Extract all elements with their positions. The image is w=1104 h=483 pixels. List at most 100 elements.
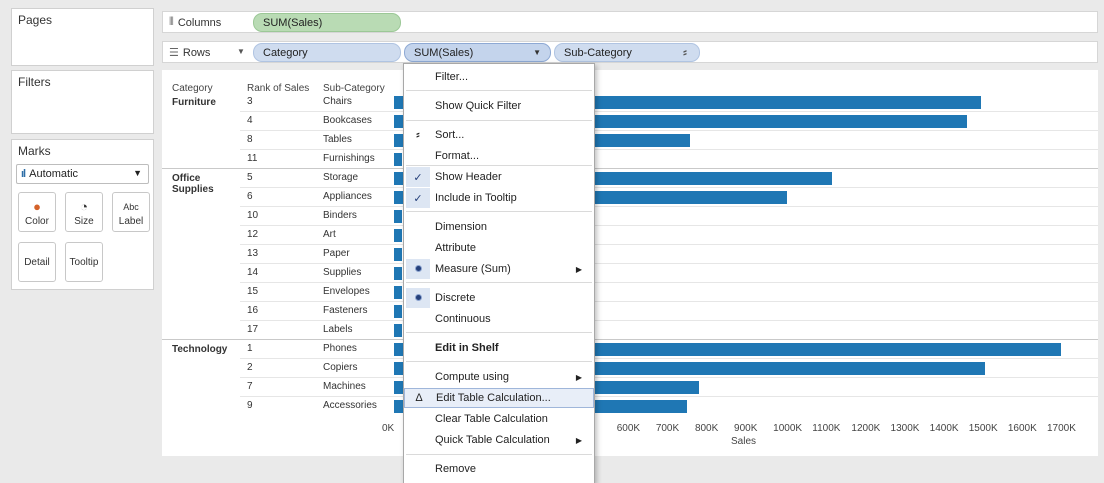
submenu-arrow-icon: ▶ <box>575 435 582 445</box>
bar-supplies[interactable] <box>394 267 402 280</box>
sub-category-cell: Copiers <box>323 362 358 373</box>
bar-envelopes[interactable] <box>394 286 402 299</box>
menu-edit-table-calculation[interactable]: Δ Edit Table Calculation... <box>404 388 594 408</box>
columns-shelf[interactable]: ⦀ Columns SUM(Sales) <box>162 11 1098 33</box>
columns-icon: ⦀ <box>169 16 174 28</box>
group-office-supplies: Office Supplies <box>172 173 214 195</box>
menu-measure-sum[interactable]: Measure (Sum) ▶ <box>404 259 594 279</box>
menu-sort[interactable]: ⸗ Sort... <box>404 125 594 145</box>
menu-edit-in-shelf[interactable]: Edit in Shelf <box>404 338 594 358</box>
sub-category-cell: Furnishings <box>323 153 375 164</box>
row-divider <box>240 225 1098 226</box>
menu-show-header[interactable]: ✓ Show Header <box>404 167 594 187</box>
delta-icon: Δ <box>415 392 423 404</box>
columns-sum-sales-pill[interactable]: SUM(Sales) <box>253 13 401 32</box>
rank-cell: 14 <box>247 267 259 278</box>
rank-cell: 4 <box>247 115 253 126</box>
sub-category-cell: Appliances <box>323 191 372 202</box>
sub-category-cell: Envelopes <box>323 286 370 297</box>
menu-continuous[interactable]: Continuous <box>404 309 594 329</box>
bar-labels[interactable] <box>394 324 402 337</box>
bar-binders[interactable] <box>394 210 402 223</box>
row-divider <box>240 377 1098 378</box>
color-button[interactable]: ● Color <box>18 192 56 232</box>
mark-type-value: Automatic <box>29 168 79 180</box>
sub-category-cell: Supplies <box>323 267 362 278</box>
color-icon: ● <box>33 199 41 214</box>
sub-category-cell: Tables <box>323 134 352 145</box>
sub-category-cell: Labels <box>323 324 353 335</box>
filters-panel[interactable]: Filters <box>11 70 154 134</box>
check-icon: ✓ <box>413 171 423 184</box>
size-label: Size <box>74 216 94 227</box>
sub-category-pill[interactable]: Sub-Category ⸗ <box>554 43 700 62</box>
menu-discrete[interactable]: Discrete <box>404 288 594 308</box>
bar-fasteners[interactable] <box>394 305 402 318</box>
rank-cell: 8 <box>247 134 253 145</box>
x-tick-label: 900K <box>734 423 758 434</box>
menu-filter[interactable]: Filter... <box>404 67 594 87</box>
row-divider <box>240 187 1098 188</box>
bar-art[interactable] <box>394 229 402 242</box>
sub-category-cell: Machines <box>323 381 366 392</box>
row-divider <box>162 168 1098 169</box>
menu-separator <box>406 454 592 455</box>
group-furniture: Furniture <box>172 97 216 108</box>
chevron-down-icon: ▼ <box>133 168 142 178</box>
row-divider <box>162 339 1098 340</box>
radio-selected-icon <box>410 263 426 275</box>
menu-compute-using[interactable]: Compute using ▶ <box>404 367 594 387</box>
columns-label: Columns <box>177 16 222 29</box>
menu-show-quick-filter-label: Show Quick Filter <box>435 100 522 112</box>
menu-show-quick-filter[interactable]: Show Quick Filter <box>404 96 594 116</box>
header-sub-category: Sub-Category <box>323 83 385 94</box>
detail-button[interactable]: Detail <box>18 242 56 282</box>
category-pill[interactable]: Category <box>253 43 401 62</box>
menu-format[interactable]: Format... <box>404 146 594 166</box>
menu-remove[interactable]: Remove <box>404 459 594 479</box>
bar-paper[interactable] <box>394 248 402 261</box>
x-axis-title: Sales <box>731 436 757 447</box>
menu-clear-table-calculation[interactable]: Clear Table Calculation <box>404 409 594 429</box>
menu-separator <box>406 332 592 333</box>
pages-panel[interactable]: Pages <box>11 8 154 66</box>
x-tick-label: 700K <box>655 423 680 434</box>
menu-include-in-tooltip[interactable]: ✓ Include in Tooltip <box>404 188 594 208</box>
sort-icon: ⸗ <box>416 129 420 141</box>
rank-cell: 15 <box>247 286 259 297</box>
menu-quick-table-calculation[interactable]: Quick Table Calculation ▶ <box>404 430 594 450</box>
rank-cell: 9 <box>247 400 253 411</box>
bar-mark-icon: ıl <box>21 168 26 180</box>
color-label: Color <box>25 216 49 227</box>
sum-sales-pill[interactable]: SUM(Sales) ▼ <box>404 43 551 62</box>
menu-quick-table-calculation-label: Quick Table Calculation <box>435 434 550 446</box>
menu-discrete-label: Discrete <box>435 292 476 304</box>
size-button[interactable]: ◔ Size <box>65 192 103 232</box>
menu-edit-in-shelf-label: Edit in Shelf <box>435 342 499 354</box>
size-icon: ◔ <box>80 199 88 214</box>
rows-label: Rows <box>182 46 211 59</box>
menu-attribute[interactable]: Attribute <box>404 238 594 258</box>
rows-dropdown-icon[interactable]: ▼ <box>237 47 245 56</box>
menu-remove-label: Remove <box>435 463 476 475</box>
mark-type-dropdown[interactable]: ıl Automatic ▼ <box>16 164 149 184</box>
row-divider <box>240 358 1098 359</box>
columns-shelf-label: ⦀ Columns <box>169 16 221 29</box>
pill-context-menu: Filter... Show Quick Filter ⸗ Sort... Fo… <box>403 63 595 483</box>
rows-icon: ☰ <box>169 47 179 59</box>
menu-filter-label: Filter... <box>435 71 469 83</box>
rank-cell: 12 <box>247 229 259 240</box>
view-area: Category Rank of Sales Sub-Category Furn… <box>162 70 1098 456</box>
label-button[interactable]: Abc Label <box>112 192 150 232</box>
menu-format-label: Format... <box>435 150 480 162</box>
tooltip-button[interactable]: Tooltip <box>65 242 103 282</box>
menu-dimension-label: Dimension <box>435 221 487 233</box>
menu-dimension[interactable]: Dimension <box>404 217 594 237</box>
x-tick-label: 1700K <box>1047 423 1076 434</box>
filters-title: Filters <box>18 75 51 89</box>
menu-separator <box>406 282 592 283</box>
rows-shelf[interactable]: ☰ Rows ▼ Category SUM(Sales) ▼ Sub-Categ… <box>162 41 1098 63</box>
row-divider <box>240 320 1098 321</box>
bar-furnishings[interactable] <box>394 153 402 166</box>
pill-dropdown-icon[interactable]: ▼ <box>533 48 541 57</box>
